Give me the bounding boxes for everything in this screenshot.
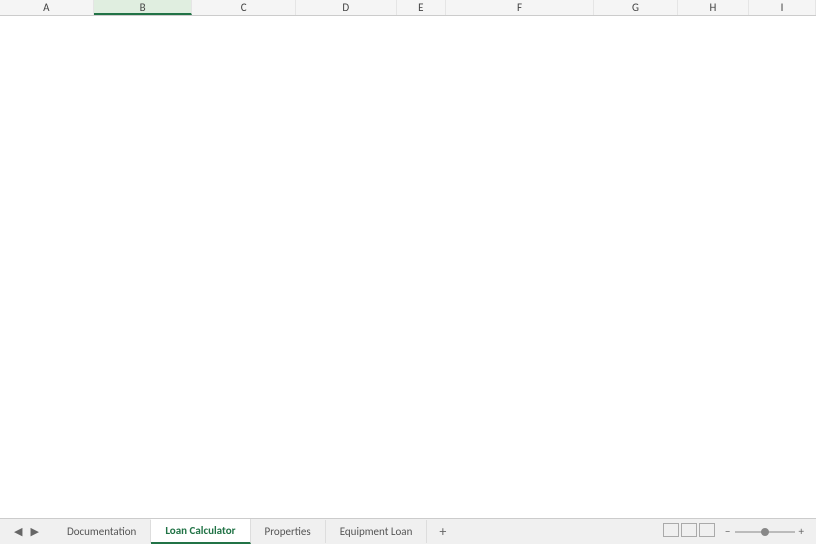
sheet-tab-bar: ◀ ▶ Documentation Loan Calculator Proper… [0, 518, 816, 544]
tab-loan-calculator[interactable]: Loan Calculator [151, 519, 250, 544]
tab-nav-prev-icon[interactable]: ◀ [10, 525, 26, 538]
col-header-D[interactable]: D [296, 0, 397, 15]
tab-documentation[interactable]: Documentation [53, 520, 151, 543]
col-header-G[interactable]: G [594, 0, 678, 15]
zoom-in-icon[interactable]: + [799, 525, 804, 538]
col-header-E[interactable]: E [397, 0, 446, 15]
col-header-I[interactable]: I [749, 0, 816, 15]
col-header-B[interactable]: B [94, 0, 193, 15]
col-header-C[interactable]: C [192, 0, 296, 15]
view-buttons[interactable] [661, 523, 715, 540]
col-header-F[interactable]: F [446, 0, 594, 15]
spreadsheet-area: A B C D E F G H I New Office Building Lo… [0, 0, 816, 16]
zoom-out-icon[interactable]: − [725, 525, 730, 538]
add-sheet-button[interactable]: + [427, 523, 458, 540]
tab-equipment-loan[interactable]: Equipment Loan [326, 520, 428, 543]
col-header-H[interactable]: H [678, 0, 749, 15]
column-headers: A B C D E F G H I [0, 0, 816, 16]
tab-nav-next-icon[interactable]: ▶ [26, 525, 42, 538]
col-header-A[interactable]: A [0, 0, 94, 15]
tab-properties[interactable]: Properties [251, 520, 326, 543]
zoom-slider[interactable]: − + [725, 525, 804, 538]
